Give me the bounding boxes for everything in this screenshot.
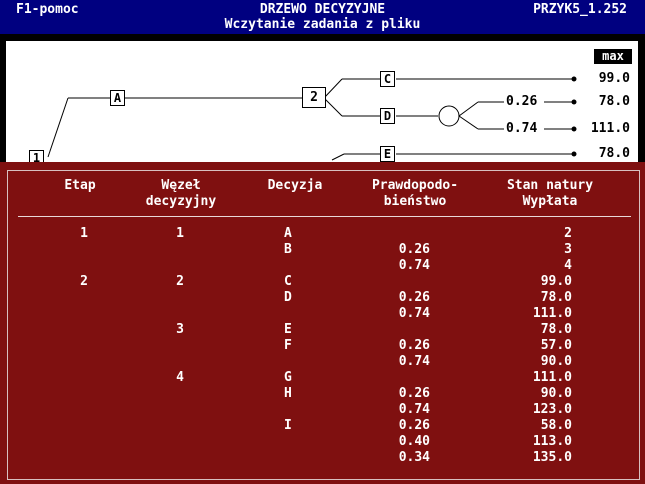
col-header-stage: Etap: [64, 178, 96, 193]
file-name: PRZYK5_1.252: [533, 2, 627, 17]
cell-stage: 1: [80, 226, 88, 241]
edge-chance-dn-d: [458, 115, 479, 130]
cell-node: 3: [176, 322, 184, 337]
cell-payoff: 4: [564, 258, 572, 273]
cell-payoff: 113.0: [532, 434, 572, 449]
cell-prob: 0.74: [398, 306, 430, 321]
cell-decision: H: [284, 386, 292, 401]
col-header-decision: Decyzja: [267, 178, 323, 193]
col-header-probability: Prawdopodo- bieństwo: [371, 178, 459, 209]
col-header-payoff: Stan natury Wypłata: [506, 178, 594, 209]
cell-prob: 0.74: [398, 354, 430, 369]
edge-2-D-d: [323, 97, 343, 117]
payoff-label: 99.0: [598, 71, 630, 86]
decision-E[interactable]: E: [380, 146, 395, 162]
results-panel: Etap Węzeł decyzyjny Decyzja Prawdopodo-…: [0, 162, 645, 484]
payoff-dot: [571, 151, 577, 157]
cell-prob: 0.26: [398, 242, 430, 257]
max-badge: max: [594, 49, 632, 64]
payoff-dot: [571, 99, 577, 105]
title-bar: F1-pomoc DRZEWO DECYZYJNE PRZYK5_1.252 W…: [0, 0, 645, 34]
cell-prob: 0.26: [398, 338, 430, 353]
cell-payoff: 57.0: [540, 338, 572, 353]
cell-payoff: 58.0: [540, 418, 572, 433]
cell-prob: 0.74: [398, 258, 430, 273]
cell-payoff: 123.0: [532, 402, 572, 417]
cell-decision: A: [284, 226, 292, 241]
cell-decision: B: [284, 242, 292, 257]
payoff-dot: [571, 126, 577, 132]
cell-node: 4: [176, 370, 184, 385]
cell-prob: 0.74: [398, 402, 430, 417]
status-subtitle: Wczytanie zadania z pliku: [224, 17, 421, 32]
cell-prob: 0.26: [398, 418, 430, 433]
cell-payoff: 111.0: [532, 306, 572, 321]
decision-A[interactable]: A: [110, 90, 125, 106]
payoff-label: 78.0: [598, 146, 630, 161]
edge-2-C-d: [323, 78, 343, 99]
cell-payoff: 135.0: [532, 450, 572, 465]
cell-decision: G: [284, 370, 292, 385]
cell-payoff: 3: [564, 242, 572, 257]
cell-payoff: 2: [564, 226, 572, 241]
cell-prob: 0.40: [398, 434, 430, 449]
edge-1-A: [47, 97, 69, 158]
probability-label: 0.26: [506, 94, 538, 109]
decision-node-2[interactable]: 2: [302, 87, 326, 108]
cell-decision: E: [284, 322, 292, 337]
decision-D[interactable]: D: [380, 108, 395, 124]
cell-prob: 0.26: [398, 386, 430, 401]
cell-stage: 2: [80, 274, 88, 289]
cell-decision: C: [284, 274, 292, 289]
cell-payoff: 90.0: [540, 386, 572, 401]
cell-payoff: 78.0: [540, 322, 572, 337]
payoff-label: 111.0: [590, 121, 630, 136]
payoff-label: 78.0: [598, 94, 630, 109]
cell-decision: I: [284, 418, 292, 433]
cell-prob: 0.26: [398, 290, 430, 305]
decision-C[interactable]: C: [380, 71, 395, 87]
edge-E-d: [331, 153, 345, 161]
cell-payoff: 78.0: [540, 290, 572, 305]
cell-payoff: 99.0: [540, 274, 572, 289]
cell-payoff: 90.0: [540, 354, 572, 369]
header-separator: [18, 216, 631, 217]
chance-node-D: [438, 105, 460, 127]
cell-node: 1: [176, 226, 184, 241]
cell-decision: F: [284, 338, 292, 353]
edge-chance-up-d: [458, 101, 479, 117]
cell-node: 2: [176, 274, 184, 289]
payoff-dot: [571, 76, 577, 82]
cell-payoff: 111.0: [532, 370, 572, 385]
cell-decision: D: [284, 290, 292, 305]
col-header-node: Węzeł decyzyjny: [145, 178, 217, 209]
probability-label: 0.74: [506, 121, 538, 136]
cell-prob: 0.34: [398, 450, 430, 465]
